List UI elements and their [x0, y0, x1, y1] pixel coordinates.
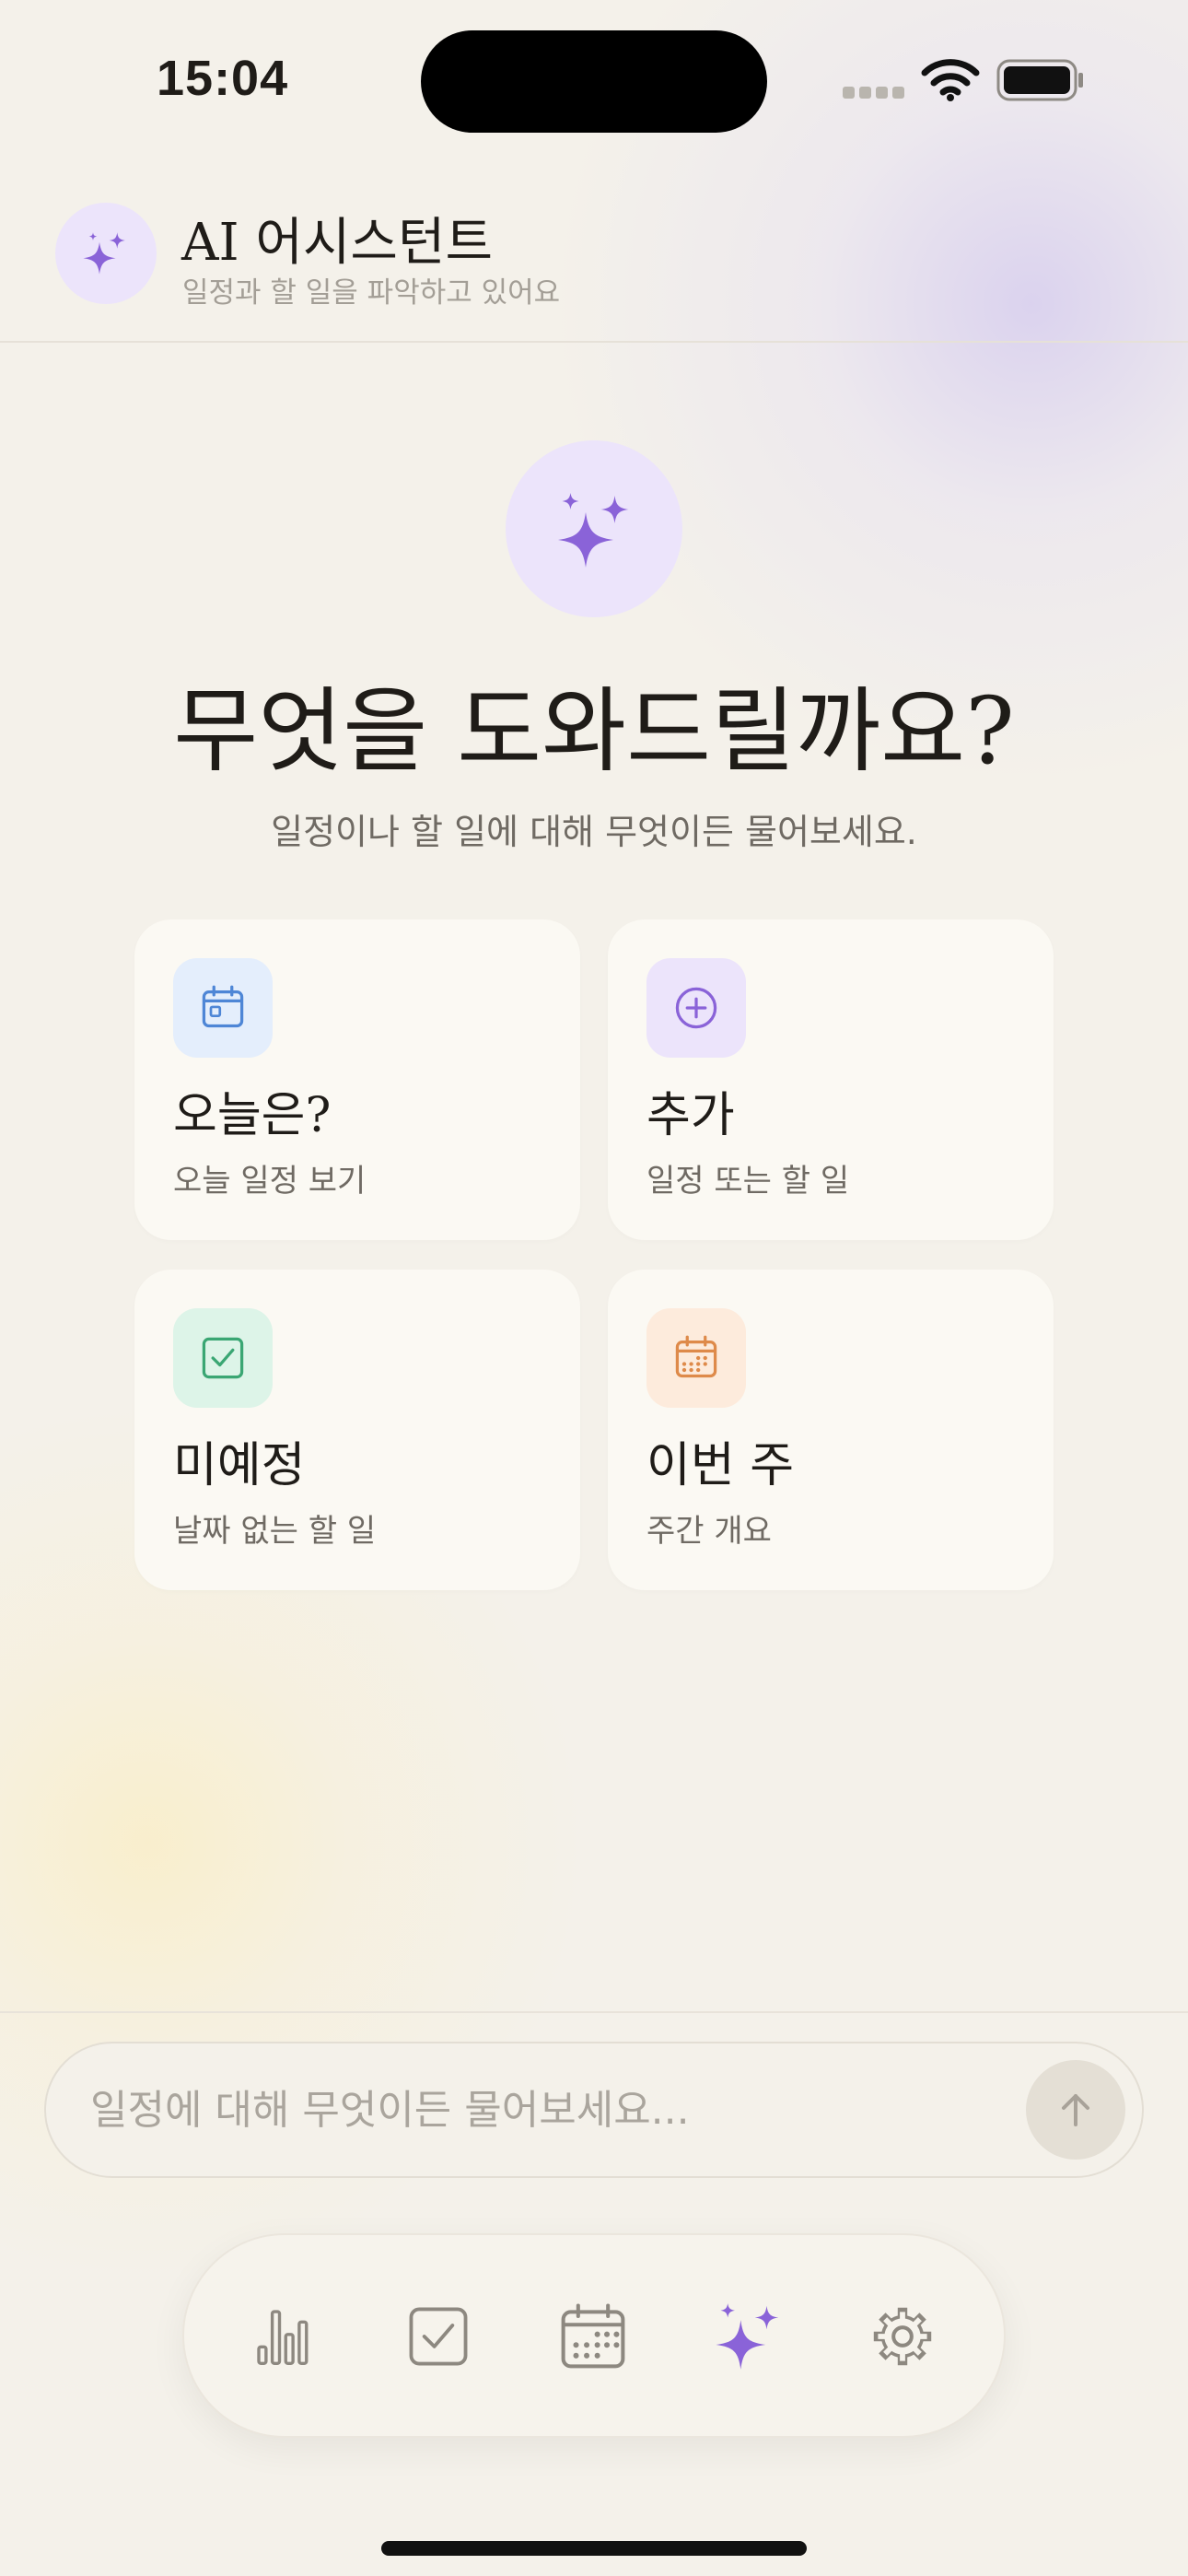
status-time: 15:04	[157, 51, 289, 106]
header-subtitle: 일정과 할 일을 파악하고 있어요	[182, 276, 561, 310]
quick-action-today[interactable]: 오늘은? 오늘 일정 보기	[134, 919, 580, 1240]
status-bar: 15:04	[0, 0, 1188, 157]
assistant-avatar	[55, 203, 157, 304]
hero-title: 무엇을 도와드릴까요?	[173, 677, 1015, 785]
cellular-signal-icon	[843, 87, 904, 99]
checkbox-icon	[409, 2307, 468, 2366]
dynamic-island	[421, 30, 767, 133]
tab-tasks[interactable]	[388, 2286, 489, 2387]
tab-calendar[interactable]	[542, 2286, 644, 2387]
card-description: 일정 또는 할 일	[646, 1163, 850, 1200]
checkbox-icon	[202, 1337, 244, 1379]
wifi-icon	[921, 59, 980, 101]
send-button[interactable]	[1026, 2060, 1125, 2160]
header-title: AI 어시스턴트	[181, 213, 493, 273]
card-title: 오늘은?	[173, 1088, 332, 1143]
battery-icon	[996, 59, 1083, 101]
sparkles-icon	[83, 232, 125, 275]
calendar-icon	[561, 2303, 625, 2369]
plus-circle-icon	[675, 987, 717, 1029]
gear-icon	[873, 2307, 932, 2366]
tab-settings[interactable]	[852, 2286, 953, 2387]
chat-input[interactable]	[90, 2043, 1011, 2176]
home-indicator	[381, 2541, 807, 2556]
quick-action-unscheduled[interactable]: 미예정 날짜 없는 할 일	[134, 1270, 580, 1590]
calendar-week-icon	[675, 1335, 717, 1378]
app-header: AI 어시스턴트 일정과 할 일을 파악하고 있어요	[0, 184, 1188, 343]
card-description: 주간 개요	[646, 1513, 772, 1550]
chat-input-container	[44, 2042, 1144, 2178]
card-title: 미예정	[173, 1438, 306, 1493]
card-title: 추가	[646, 1088, 735, 1143]
arrow-up-icon	[1062, 2094, 1089, 2126]
sparkles-icon	[716, 2303, 779, 2370]
tab-stats[interactable]	[233, 2286, 334, 2387]
sparkles-icon	[558, 493, 629, 568]
calendar-today-icon	[202, 985, 244, 1028]
card-icon-badge	[646, 958, 746, 1058]
card-title: 이번 주	[646, 1438, 795, 1493]
tab-assistant[interactable]	[697, 2286, 798, 2387]
tab-bar	[182, 2233, 1006, 2438]
card-icon-badge	[173, 958, 273, 1058]
card-description: 오늘 일정 보기	[173, 1163, 367, 1200]
card-icon-badge	[173, 1308, 273, 1408]
bar-chart-icon	[257, 2310, 309, 2365]
divider	[0, 2011, 1188, 2013]
card-icon-badge	[646, 1308, 746, 1408]
quick-action-this-week[interactable]: 이번 주 주간 개요	[608, 1270, 1054, 1590]
quick-action-add[interactable]: 추가 일정 또는 할 일	[608, 919, 1054, 1240]
card-description: 날짜 없는 할 일	[173, 1513, 377, 1550]
hero-sparkles-badge	[506, 440, 682, 617]
hero-subtitle: 일정이나 할 일에 대해 무엇이든 물어보세요.	[271, 812, 917, 852]
